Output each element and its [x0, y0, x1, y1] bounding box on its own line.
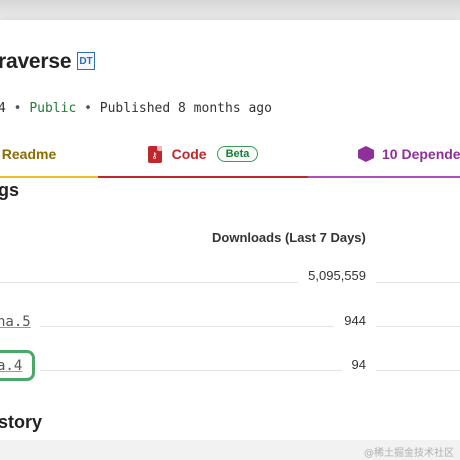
downloads-column-header: Downloads (Last 7 Days) [212, 230, 366, 245]
row-divider [40, 370, 342, 371]
typescript-types-badge[interactable]: DT [77, 52, 95, 70]
package-page: raverse DT 4 • Public • Published 8 mont… [0, 20, 460, 440]
row-divider [376, 282, 460, 283]
history-section-title: story [0, 412, 43, 432]
tab-code[interactable]: ⚷ Code Beta [98, 132, 308, 178]
beta-badge: Beta [216, 146, 259, 162]
package-title: raverse [0, 50, 72, 73]
version-number: 4 [0, 101, 6, 116]
package-meta: 4 • Public • Published 8 months ago [0, 101, 272, 116]
code-file-icon: ⚷ [147, 145, 162, 163]
tab-readme-label: Readme [1, 146, 57, 162]
separator-dot: • [13, 101, 30, 116]
highlight-outline [0, 350, 35, 381]
tab-code-label: Code [171, 146, 207, 162]
separator-dot: • [84, 101, 100, 116]
published-date: Published 8 months ago [99, 101, 272, 116]
tab-dependencies[interactable]: 10 Dependen [308, 132, 460, 178]
package-tabs: Readme ⚷ Code Beta 10 Dependen [0, 132, 460, 178]
row-divider [40, 326, 334, 327]
tab-dependencies-label: 10 Dependen [382, 146, 460, 162]
row-divider [0, 282, 298, 283]
row-divider [376, 370, 460, 371]
downloads-count: 5,095,559 [308, 268, 366, 283]
row-divider [376, 326, 460, 327]
browser-top-edge [0, 0, 460, 22]
visibility-label: Public [29, 101, 77, 116]
tag-version-link[interactable]: ha.5 [0, 314, 31, 330]
package-box-icon [358, 146, 374, 162]
watermark-text: @稀土掘金技术社区 [364, 448, 454, 459]
tags-section-title: gs [0, 180, 20, 200]
tab-readme[interactable]: Readme [0, 132, 98, 178]
